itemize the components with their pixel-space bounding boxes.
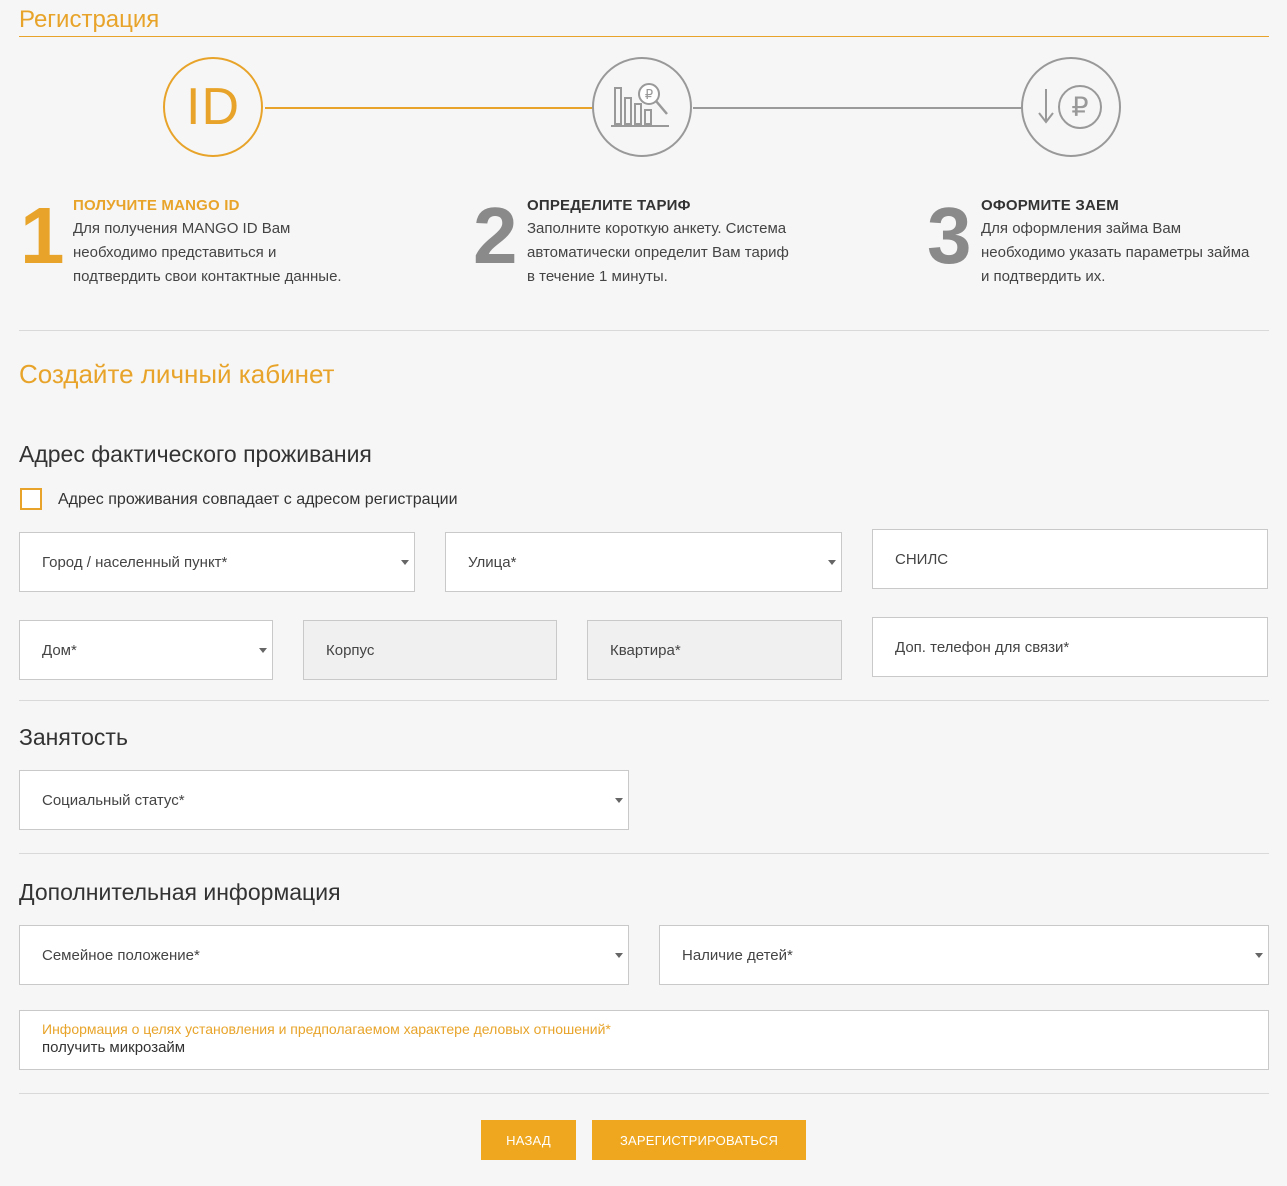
chevron-down-icon	[1255, 953, 1263, 958]
business-purpose-label: Информация о целях установления и предпо…	[42, 1021, 611, 1037]
step-3-number: 3	[927, 191, 972, 280]
steps-divider	[19, 330, 1269, 331]
step-connector-2	[693, 107, 1023, 109]
chevron-down-icon	[615, 953, 623, 958]
same-address-label: Адрес проживания совпадает с адресом рег…	[58, 491, 458, 508]
chevron-down-icon	[828, 560, 836, 565]
extra-phone-placeholder: Доп. телефон для связи*	[895, 638, 1070, 656]
svg-text:₽: ₽	[1071, 92, 1088, 123]
step-3-text: Для оформления займа Вам необходимо указ…	[981, 220, 1250, 285]
marital-status-label: Семейное положение*	[42, 946, 200, 964]
title-divider	[19, 36, 1269, 37]
id-icon: ID	[186, 78, 240, 136]
building-placeholder: Корпус	[326, 641, 375, 659]
apartment-placeholder: Квартира*	[610, 641, 681, 659]
additional-section-title: Дополнительная информация	[19, 879, 341, 905]
step-1-title: ПОЛУЧИТЕ MANGO ID	[73, 197, 240, 214]
step-3-title: ОФОРМИТЕ ЗАЕМ	[981, 197, 1119, 214]
form-bottom-divider	[19, 1093, 1269, 1094]
ruble-loan-icon: ₽	[1038, 85, 1102, 129]
step-3-circle: ₽	[1021, 57, 1121, 157]
extra-phone-input[interactable]: Доп. телефон для связи*	[872, 617, 1268, 677]
house-select[interactable]: Дом*	[19, 620, 273, 680]
city-select[interactable]: Город / населенный пункт*	[19, 532, 415, 592]
step-2-number: 2	[473, 191, 518, 280]
chevron-down-icon	[615, 798, 623, 803]
chevron-down-icon	[401, 560, 409, 565]
street-select[interactable]: Улица*	[445, 532, 842, 592]
street-select-label: Улица*	[468, 553, 517, 571]
step-1-text: Для получения MANGO ID Вам необходимо пр…	[73, 220, 342, 285]
social-status-select[interactable]: Социальный статус*	[19, 770, 629, 830]
register-button[interactable]: ЗАРЕГИСТРИРОВАТЬСЯ	[592, 1120, 806, 1160]
page-title: Регистрация	[19, 6, 160, 33]
snils-input[interactable]: СНИЛС	[872, 529, 1268, 589]
step-2-circle: ₽	[592, 57, 692, 157]
step-1-number: 1	[20, 191, 65, 280]
house-select-label: Дом*	[42, 641, 77, 659]
business-purpose-value: получить микрозайм	[42, 1039, 186, 1056]
step-1-circle: ID	[163, 57, 263, 157]
form-title: Создайте личный кабинет	[19, 359, 335, 389]
employment-divider	[19, 853, 1269, 854]
step-connector-1	[265, 107, 595, 109]
step-2-text: Заполните короткую анкету. Система автом…	[527, 220, 789, 285]
snils-placeholder: СНИЛС	[895, 550, 949, 568]
building-input[interactable]: Корпус	[303, 620, 557, 680]
social-status-label: Социальный статус*	[42, 791, 185, 809]
apartment-input[interactable]: Квартира*	[587, 620, 842, 680]
tariff-chart-icon: ₽	[611, 83, 669, 127]
city-select-label: Город / населенный пункт*	[42, 553, 228, 571]
employment-section-title: Занятость	[19, 724, 128, 750]
children-label: Наличие детей*	[682, 946, 793, 964]
svg-text:₽: ₽	[645, 88, 653, 103]
marital-status-select[interactable]: Семейное положение*	[19, 925, 629, 985]
address-section-title: Адрес фактического проживания	[19, 441, 372, 467]
back-button[interactable]: НАЗАД	[481, 1120, 576, 1160]
address-divider	[19, 700, 1269, 701]
chevron-down-icon	[259, 648, 267, 653]
step-2-title: ОПРЕДЕЛИТЕ ТАРИФ	[527, 197, 691, 214]
business-purpose-field[interactable]: Информация о целях установления и предпо…	[19, 1010, 1269, 1070]
same-address-checkbox[interactable]	[20, 488, 42, 510]
children-select[interactable]: Наличие детей*	[659, 925, 1269, 985]
